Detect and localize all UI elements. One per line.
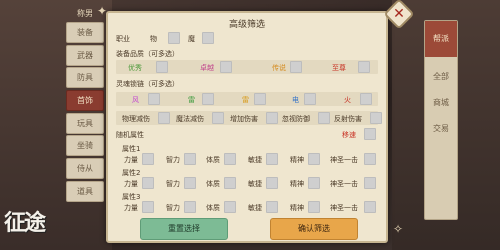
attr-checkbox[interactable] xyxy=(224,153,236,165)
attr-option-label: 神圣一击 xyxy=(330,180,358,188)
soul-option-label: 火 xyxy=(344,96,351,104)
attr-checkbox[interactable] xyxy=(266,153,278,165)
attr-option-label: 体质 xyxy=(206,204,220,212)
attr-checkbox[interactable] xyxy=(224,201,236,213)
attr-checkbox[interactable] xyxy=(184,177,196,189)
attr-option-label: 体质 xyxy=(206,156,220,164)
attr-group-label: 属性1 xyxy=(122,145,141,153)
attr-checkbox[interactable] xyxy=(364,201,376,213)
attr-checkbox[interactable] xyxy=(364,177,376,189)
soul-option-label: 风 xyxy=(132,96,139,104)
right-tab[interactable]: 交易 xyxy=(425,123,457,135)
attr-checkbox[interactable] xyxy=(266,201,278,213)
background-tab[interactable]: 防具 xyxy=(66,67,104,89)
close-icon: ✕ xyxy=(393,5,405,22)
soul-section-label: 灵魂锁链（可多选） xyxy=(116,80,179,88)
random-attr-hint: 移速 xyxy=(342,131,356,139)
soul-checkbox[interactable] xyxy=(360,93,372,105)
defense-checkbox[interactable] xyxy=(266,112,278,124)
defense-checkbox[interactable] xyxy=(370,112,382,124)
quality-checkbox[interactable] xyxy=(358,61,370,73)
attr-option-label: 力量 xyxy=(124,180,138,188)
attr-option-label: 力量 xyxy=(124,204,138,212)
quality-checkbox[interactable] xyxy=(290,61,302,73)
attr-checkbox[interactable] xyxy=(364,153,376,165)
attr-option-label: 敏捷 xyxy=(248,204,262,212)
soul-option-label: 电 xyxy=(292,96,299,104)
attr-checkbox[interactable] xyxy=(308,177,320,189)
attr-checkbox[interactable] xyxy=(266,177,278,189)
defense-checkbox[interactable] xyxy=(318,112,330,124)
class-checkbox[interactable] xyxy=(202,32,214,44)
background-right-tabs: 帮派 全部 商城 交易 xyxy=(424,20,458,220)
defense-option-label: 忽视防御 xyxy=(282,115,310,123)
background-tab[interactable]: 坐骑 xyxy=(66,135,104,157)
attr-option-label: 智力 xyxy=(166,156,180,164)
soul-checkbox[interactable] xyxy=(254,93,266,105)
defense-checkbox[interactable] xyxy=(212,112,224,124)
attr-option-label: 精神 xyxy=(290,180,304,188)
attr-option-label: 敏捷 xyxy=(248,180,262,188)
background-tab[interactable]: 侍从 xyxy=(66,158,104,180)
attr-checkbox[interactable] xyxy=(142,177,154,189)
attr-checkbox[interactable] xyxy=(308,153,320,165)
attr-option-label: 精神 xyxy=(290,156,304,164)
class-option-label: 魔 xyxy=(188,35,195,43)
right-tab-active[interactable]: 帮派 xyxy=(425,21,457,57)
attr-checkbox[interactable] xyxy=(184,201,196,213)
background-tab-list: 装备 武器 防具 首饰 玩具 坐骑 侍从 道具 xyxy=(66,22,104,204)
attr-option-label: 敏捷 xyxy=(248,156,262,164)
soul-checkbox[interactable] xyxy=(148,93,160,105)
attr-checkbox[interactable] xyxy=(142,201,154,213)
attr-option-label: 力量 xyxy=(124,156,138,164)
class-checkbox[interactable] xyxy=(168,32,180,44)
quality-option-label: 优秀 xyxy=(128,64,142,72)
class-label: 职业 xyxy=(116,35,130,43)
attr-option-label: 智力 xyxy=(166,204,180,212)
attr-checkbox[interactable] xyxy=(142,153,154,165)
quality-option-label: 卓越 xyxy=(200,64,214,72)
quality-section-label: 装备品质（可多选） xyxy=(116,50,179,58)
background-tab-active[interactable]: 首饰 xyxy=(66,90,104,112)
attr-option-label: 体质 xyxy=(206,180,220,188)
advanced-filter-dialog: 高级筛选 职业 物 魔 装备品质（可多选） 优秀 卓越 传说 至尊 灵魂锁链（可… xyxy=(106,11,388,243)
soul-checkbox[interactable] xyxy=(304,93,316,105)
background-tab[interactable]: 道具 xyxy=(66,180,104,202)
ornament-icon: ✧ xyxy=(393,222,404,236)
quality-option-label: 传说 xyxy=(272,64,286,72)
attr-group-label: 属性2 xyxy=(122,169,141,177)
right-tab[interactable]: 全部 xyxy=(425,71,457,83)
attr-option-label: 精神 xyxy=(290,204,304,212)
reset-button[interactable]: 重置选择 xyxy=(140,218,228,240)
defense-option-label: 魔法减伤 xyxy=(176,115,204,123)
quality-checkbox[interactable] xyxy=(156,61,168,73)
random-attr-label: 随机属性 xyxy=(116,131,144,139)
attr-option-label: 智力 xyxy=(166,180,180,188)
confirm-filter-button[interactable]: 确认筛选 xyxy=(270,218,358,240)
soul-option-label: 雷 xyxy=(188,96,195,104)
attr-checkbox[interactable] xyxy=(308,201,320,213)
defense-option-label: 物理减伤 xyxy=(122,115,150,123)
soul-checkbox[interactable] xyxy=(202,93,214,105)
defense-option-label: 反射伤害 xyxy=(334,115,362,123)
right-tab[interactable]: 商城 xyxy=(425,97,457,109)
defense-checkbox[interactable] xyxy=(158,112,170,124)
defense-option-label: 增加伤害 xyxy=(230,115,258,123)
game-logo: 征途 xyxy=(4,210,46,236)
attr-group-label: 属性3 xyxy=(122,193,141,201)
attr-checkbox[interactable] xyxy=(224,177,236,189)
attr-checkbox[interactable] xyxy=(184,153,196,165)
attr-option-label: 神圣一击 xyxy=(330,204,358,212)
random-attr-checkbox[interactable] xyxy=(364,128,376,140)
quality-checkbox[interactable] xyxy=(220,61,232,73)
soul-option-label: 雷 xyxy=(242,96,249,104)
background-tab[interactable]: 装备 xyxy=(66,22,104,43)
class-option-label: 物 xyxy=(150,35,157,43)
attr-option-label: 神圣一击 xyxy=(330,156,358,164)
background-tab[interactable]: 武器 xyxy=(66,44,104,66)
dialog-title: 高级筛选 xyxy=(228,20,265,30)
background-tab[interactable]: 玩具 xyxy=(66,112,104,134)
quality-option-label: 至尊 xyxy=(332,64,346,72)
